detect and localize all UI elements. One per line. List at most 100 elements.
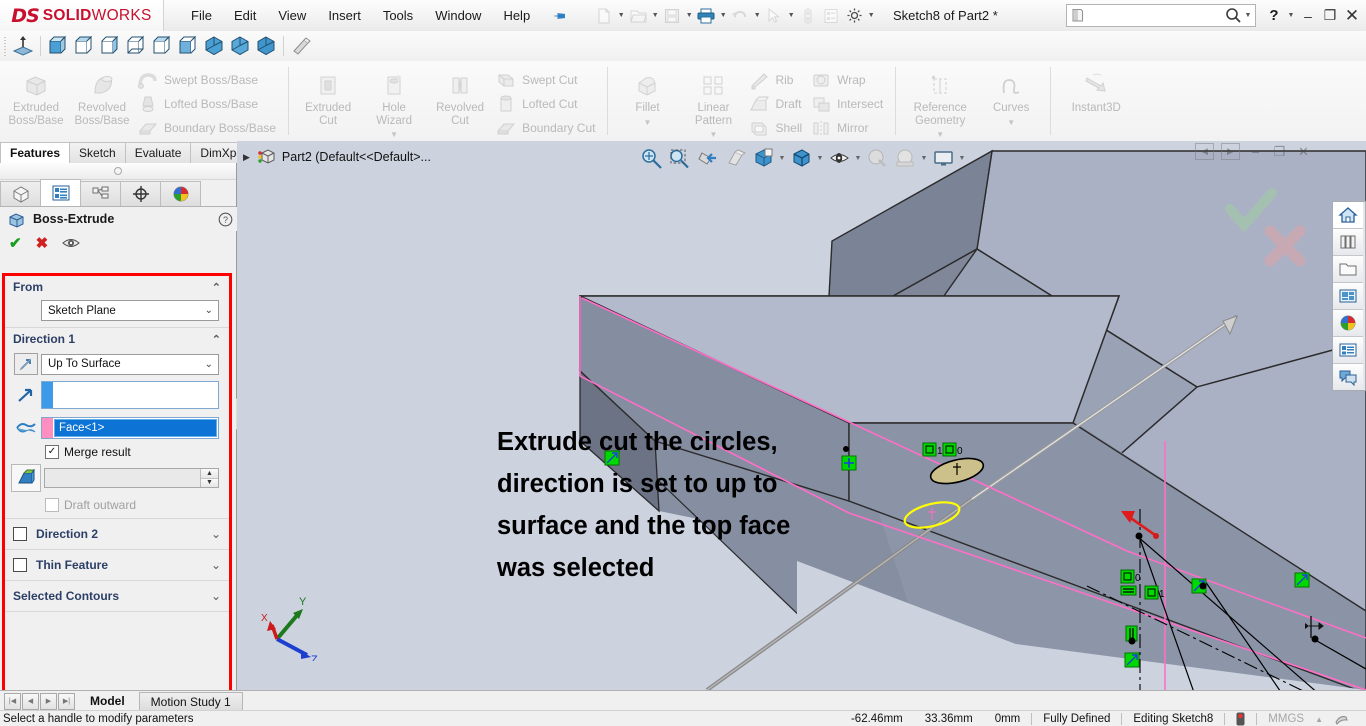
chevron-down-icon[interactable]: ⌄ xyxy=(211,527,221,541)
restore-button[interactable]: ❐ xyxy=(1320,5,1340,27)
undo-icon[interactable] xyxy=(729,5,751,27)
edit-appearance-icon[interactable] xyxy=(863,144,891,172)
chevron-down-icon[interactable]: ⌄ xyxy=(211,558,221,572)
draft-angle-field[interactable]: ▲ ▼ xyxy=(44,468,219,488)
previous-view-icon[interactable] xyxy=(693,144,721,172)
custom-properties-icon[interactable] xyxy=(1333,337,1363,364)
select-caret-icon[interactable]: ▼ xyxy=(786,12,796,19)
right-view-icon[interactable] xyxy=(123,33,149,59)
boundary-cut-button[interactable]: Boundary Cut xyxy=(493,116,601,140)
direction2-section[interactable]: Direction 2 ⌄ xyxy=(5,519,229,550)
from-condition-select[interactable]: Sketch Plane ⌄ xyxy=(41,300,219,321)
file-properties-icon[interactable] xyxy=(820,5,842,27)
thin-feature-section[interactable]: Thin Feature ⌄ xyxy=(5,550,229,581)
tab-evaluate[interactable]: Evaluate xyxy=(124,142,192,163)
document-minimize-button[interactable]: ◀ xyxy=(1195,143,1214,160)
search-caret-icon[interactable]: ▼ xyxy=(1243,12,1253,19)
first-tab-icon[interactable]: |◀ xyxy=(4,692,21,710)
tab-model[interactable]: Model xyxy=(79,692,136,710)
open-document-caret-icon[interactable]: ▼ xyxy=(650,12,660,19)
bottom-view-icon[interactable] xyxy=(175,33,201,59)
document-maximize-button[interactable]: ❐ xyxy=(1271,144,1288,159)
menu-window[interactable]: Window xyxy=(424,4,492,27)
thin-feature-checkbox[interactable] xyxy=(13,558,27,572)
apply-scene-icon[interactable] xyxy=(891,144,919,172)
normal-to-icon[interactable] xyxy=(10,33,36,59)
reverse-direction-icon[interactable] xyxy=(11,353,41,375)
face-selection-value[interactable]: Face<1> xyxy=(54,419,217,437)
menu-tools[interactable]: Tools xyxy=(372,4,424,27)
fillet-caret-icon[interactable]: ▼ xyxy=(644,117,652,130)
spinner-up-icon[interactable]: ▲ xyxy=(201,469,218,479)
trimetric-view-icon[interactable] xyxy=(227,33,253,59)
help-button[interactable]: ? xyxy=(1264,5,1284,27)
hide-show-items-icon[interactable] xyxy=(825,144,853,172)
print-caret-icon[interactable]: ▼ xyxy=(718,12,728,19)
file-explorer-icon[interactable] xyxy=(1333,256,1363,283)
configuration-manager-tab[interactable] xyxy=(80,181,121,206)
rib-button[interactable]: Rib xyxy=(746,68,808,92)
tab-sketch[interactable]: Sketch xyxy=(69,142,126,163)
solidworks-forum-icon[interactable] xyxy=(1333,364,1363,390)
chevron-up-icon[interactable]: ⌃ xyxy=(212,281,221,294)
print-icon[interactable] xyxy=(695,5,717,27)
mirror-button[interactable]: Mirror xyxy=(808,116,889,140)
dimetric-view-icon[interactable] xyxy=(253,33,279,59)
shell-button[interactable]: Shell xyxy=(746,116,808,140)
curves-caret-icon[interactable]: ▼ xyxy=(1007,117,1015,130)
save-caret-icon[interactable]: ▼ xyxy=(684,12,694,19)
status-units-caret-icon[interactable]: ▲ xyxy=(1315,715,1323,724)
view-palette-icon[interactable] xyxy=(1333,283,1363,310)
merge-result-row[interactable]: ✓ Merge result xyxy=(45,445,223,459)
merge-result-checkbox[interactable]: ✓ xyxy=(45,445,59,459)
document-close-button[interactable]: ✕ xyxy=(1295,144,1312,159)
swept-boss-base-button[interactable]: Swept Boss/Base xyxy=(135,68,282,92)
curves-button[interactable]: Curves ▼ xyxy=(978,65,1044,129)
draft-angle-spinner[interactable]: ▲ ▼ xyxy=(200,469,218,487)
chevron-down-icon[interactable]: ⌄ xyxy=(205,359,213,370)
menu-help[interactable]: Help xyxy=(492,4,541,27)
section-view-icon[interactable] xyxy=(288,33,314,59)
menu-insert[interactable]: Insert xyxy=(317,4,372,27)
display-style-icon[interactable] xyxy=(787,144,815,172)
chevron-down-icon[interactable]: ⌄ xyxy=(211,589,221,603)
last-tab-icon[interactable]: ▶| xyxy=(58,692,75,710)
intersect-button[interactable]: Intersect xyxy=(808,92,889,116)
face-selection-field[interactable]: Face<1> xyxy=(41,417,219,439)
search-icon[interactable] xyxy=(1223,7,1243,24)
undo-caret-icon[interactable]: ▼ xyxy=(752,12,762,19)
open-document-icon[interactable] xyxy=(627,5,649,27)
draft-outward-checkbox[interactable] xyxy=(45,498,59,512)
close-button[interactable]: ✕ xyxy=(1342,5,1362,27)
select-arrow-icon[interactable] xyxy=(763,5,785,27)
status-units[interactable]: MMGS xyxy=(1257,713,1315,725)
boundary-boss-base-button[interactable]: Boundary Boss/Base xyxy=(135,116,282,140)
rebuild-icon[interactable] xyxy=(797,5,819,27)
knowledge-base-icon[interactable] xyxy=(1069,8,1085,24)
isometric-view-icon[interactable] xyxy=(201,33,227,59)
linear-pattern-caret-icon[interactable]: ▼ xyxy=(710,129,718,142)
hole-wizard-caret-icon[interactable]: ▼ xyxy=(390,129,398,142)
draft-outward-row[interactable]: Draft outward xyxy=(45,498,223,512)
toolbar-grip[interactable] xyxy=(2,35,10,57)
tab-features[interactable]: Features xyxy=(0,142,71,163)
linear-pattern-button[interactable]: Linear Pattern ▼ xyxy=(680,65,746,142)
document-minimize-2-button[interactable]: – xyxy=(1247,144,1264,159)
next-tab-icon[interactable]: ▶ xyxy=(40,692,57,710)
wrap-button[interactable]: Wrap xyxy=(808,68,889,92)
hide-show-caret-icon[interactable]: ▼ xyxy=(853,155,863,162)
design-library-icon[interactable] xyxy=(1333,229,1363,256)
save-icon[interactable] xyxy=(661,5,683,27)
direction2-checkbox[interactable] xyxy=(13,527,27,541)
feature-manager-tree-tab[interactable] xyxy=(0,181,41,206)
view-orientation-caret-icon[interactable]: ▼ xyxy=(777,155,787,162)
section-view-icon[interactable] xyxy=(721,144,749,172)
front-view-icon[interactable] xyxy=(45,33,71,59)
pushpin-icon[interactable] xyxy=(550,6,570,26)
help-question-icon[interactable]: ? xyxy=(218,212,233,227)
revolved-cut-button[interactable]: Revolved Cut xyxy=(427,65,493,127)
search-box[interactable]: ▼ xyxy=(1066,4,1256,27)
solidworks-resources-icon[interactable] xyxy=(1333,202,1363,229)
direction-vector-field[interactable] xyxy=(41,381,219,409)
draft-button[interactable]: Draft xyxy=(746,92,808,116)
